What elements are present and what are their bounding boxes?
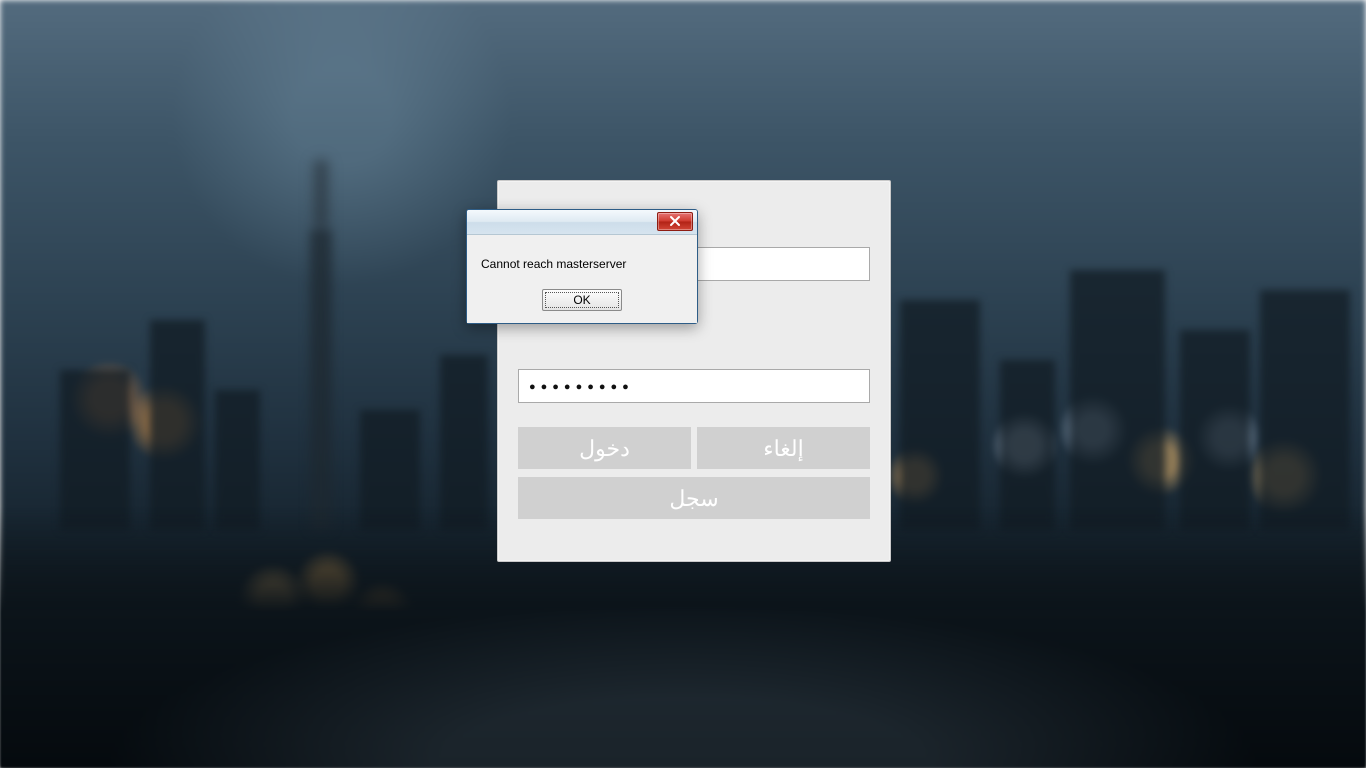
register-button[interactable]: سجل [518,477,870,519]
dialog-titlebar[interactable] [467,210,697,235]
ok-button[interactable]: OK [542,289,622,311]
login-button[interactable]: دخول [518,427,691,469]
cancel-button[interactable]: إلغاء [697,427,870,469]
dialog-message: Cannot reach masterserver [467,235,697,283]
error-dialog: Cannot reach masterserver OK [466,209,698,324]
password-field[interactable]: ●●●●●●●●● [518,369,870,403]
close-button[interactable] [657,212,693,231]
dialog-footer: OK [467,283,697,323]
close-icon [669,215,681,227]
